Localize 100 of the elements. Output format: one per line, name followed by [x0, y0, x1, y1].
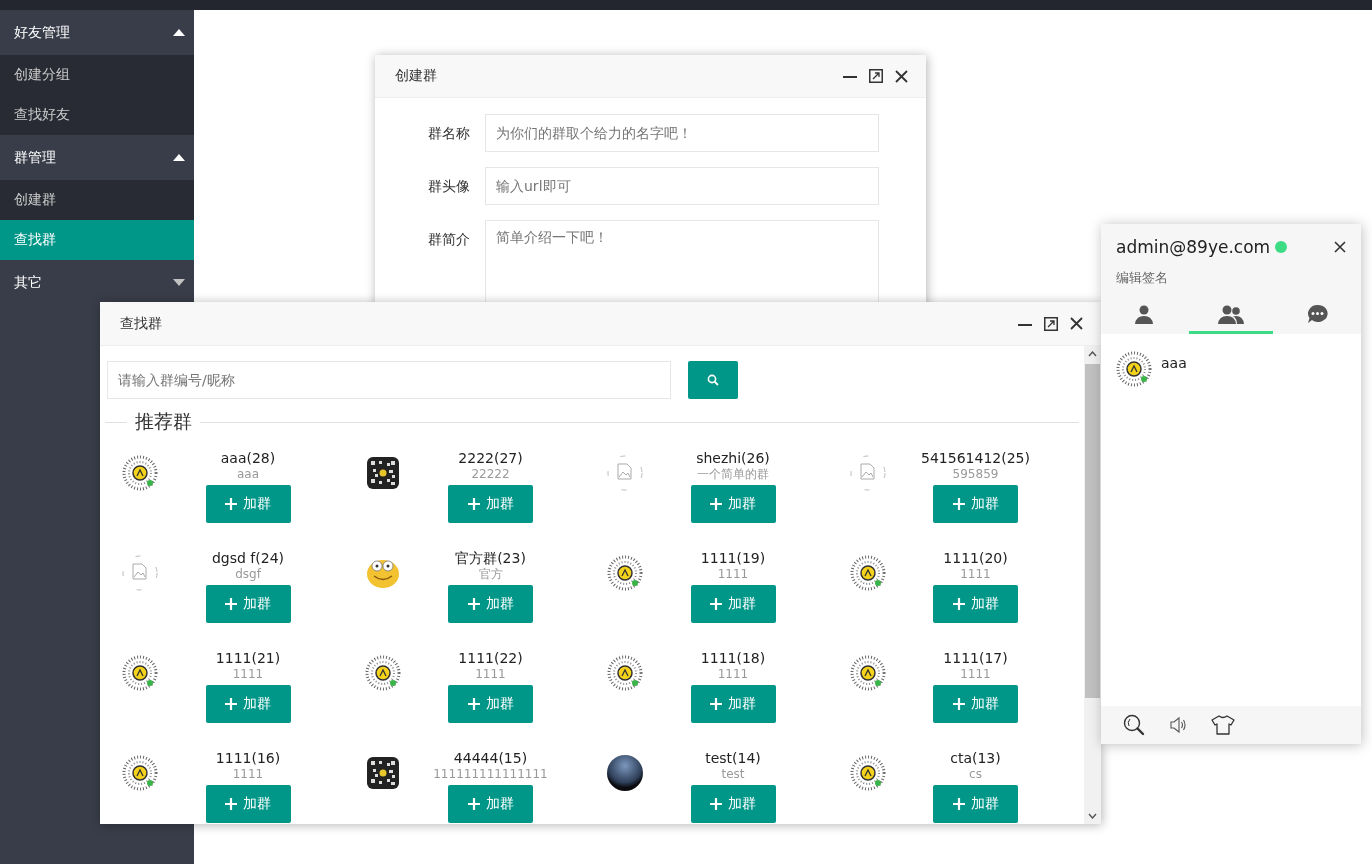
join-group-button[interactable]: 加群 [448, 785, 533, 823]
join-group-button[interactable]: 加群 [690, 685, 776, 723]
plus-icon [467, 498, 480, 510]
join-group-button[interactable]: 加群 [690, 485, 776, 523]
plus-icon [710, 498, 722, 510]
field-label: 群名称 [427, 124, 471, 143]
field-label: 群简介 [427, 230, 471, 249]
join-group-button[interactable]: 加群 [205, 785, 291, 823]
plus-icon [710, 798, 722, 810]
username: admin@89ye.com [1116, 237, 1271, 257]
t-shirt-icon[interactable] [1211, 715, 1235, 735]
group-description: 22222 [471, 467, 510, 481]
qr-code-avatar [122, 755, 158, 791]
plus-icon [710, 598, 722, 610]
sidebar-item[interactable]: 查找群 [0, 220, 194, 260]
plus-icon [952, 598, 965, 610]
qr-code-avatar [366, 757, 399, 789]
plus-icon [710, 698, 722, 710]
sidebar-item[interactable]: 查找好友 [0, 95, 194, 135]
close-icon[interactable] [1334, 241, 1346, 253]
group-name: 1111(20) [943, 549, 1008, 567]
scroll-up-icon[interactable] [1088, 351, 1097, 357]
sidebar-item[interactable]: 创建分组 [0, 55, 194, 95]
join-group-button[interactable]: 加群 [933, 785, 1018, 823]
group-name: aaa(28) [220, 449, 276, 467]
join-group-button[interactable]: 加群 [448, 685, 533, 723]
join-group-button[interactable]: 加群 [205, 585, 291, 623]
sidebar-item[interactable]: 创建群 [0, 180, 194, 220]
join-group-button[interactable]: 加群 [205, 485, 291, 523]
join-group-button[interactable]: 加群 [933, 585, 1018, 623]
plus-icon [225, 598, 237, 610]
qr-code-avatar [364, 655, 401, 691]
group-name: 2222(27) [458, 449, 523, 467]
input-field[interactable]: 输入url即可 [485, 167, 879, 205]
group-name: test(14) [705, 749, 761, 767]
join-group-button[interactable]: 加群 [933, 485, 1018, 523]
group-name: shezhi(26) [696, 449, 770, 467]
qr-code-avatar [849, 755, 886, 791]
close-icon[interactable] [1070, 317, 1083, 330]
search-field[interactable]: 请输入群编号/昵称 [107, 361, 671, 399]
group-description: 1111 [717, 567, 749, 581]
group-name: 1111(22) [458, 649, 523, 667]
group-description: 1111 [960, 567, 991, 581]
plus-icon [467, 798, 480, 810]
group-description: test [721, 767, 745, 781]
qr-code-avatar [1116, 351, 1152, 387]
qr-code-avatar [366, 457, 399, 489]
broken-image-icon [849, 455, 886, 491]
group-name: 1111(18) [700, 649, 766, 667]
scrollbar[interactable] [1084, 346, 1101, 824]
close-icon[interactable] [895, 69, 908, 83]
qr-code-avatar [607, 655, 643, 691]
group-description: dsgf [235, 567, 261, 581]
join-group-button[interactable]: 加群 [690, 585, 776, 623]
group-description: cs [969, 767, 982, 781]
scroll-down-icon[interactable] [1088, 813, 1097, 819]
photo-placeholder [607, 755, 643, 791]
group-description: 1111 [475, 667, 506, 681]
join-group-button[interactable]: 加群 [690, 785, 776, 823]
group-name: cta(13) [950, 749, 1001, 767]
broken-image-icon [607, 455, 643, 491]
maximize-icon[interactable] [1044, 316, 1058, 331]
broken-image-icon [122, 555, 158, 591]
group-name: 1111(19) [700, 549, 766, 567]
plus-icon [225, 498, 237, 510]
search-icon[interactable] [1123, 714, 1145, 736]
qr-code-avatar [607, 555, 643, 591]
group-name: 1111(16) [215, 749, 281, 767]
group-description: 595859 [952, 467, 999, 481]
group-description: 1111 [960, 667, 991, 681]
group-description: 1111 [717, 667, 749, 681]
join-group-button[interactable]: 加群 [448, 485, 533, 523]
join-group-button[interactable]: 加群 [448, 585, 533, 623]
group-description: aaa [236, 467, 260, 481]
plus-icon [467, 598, 480, 610]
qr-code-avatar [122, 455, 158, 491]
people-icon [1217, 303, 1245, 324]
group-name: 541561412(25) [921, 449, 1030, 467]
chat-bubble-icon [1307, 303, 1329, 324]
group-name: 44444(15) [453, 749, 528, 767]
plus-icon [952, 698, 965, 710]
plus-icon [952, 798, 965, 810]
input-field[interactable]: 为你们的群取个给力的名字吧！ [485, 114, 879, 152]
section-title: 推荐群 [134, 409, 193, 434]
group-description: 官方 [478, 567, 503, 581]
signature-field[interactable]: 编辑签名 [1101, 269, 1183, 287]
plus-icon [952, 498, 965, 510]
maximize-icon[interactable] [869, 69, 883, 83]
group-name[interactable]: aaa [1161, 355, 1187, 371]
dialog-title: 查找群 [120, 314, 162, 333]
plus-icon [225, 698, 237, 710]
group-description: 1111 [232, 667, 264, 681]
group-name: 1111(21) [215, 649, 281, 667]
dialog-title: 创建群 [395, 67, 437, 85]
group-name: 1111(17) [943, 649, 1008, 667]
join-group-button[interactable]: 加群 [933, 685, 1018, 723]
speaker-icon[interactable] [1169, 716, 1187, 734]
join-group-button[interactable]: 加群 [205, 685, 291, 723]
search-icon [707, 374, 719, 386]
group-description: 一个简单的群 [697, 467, 769, 481]
